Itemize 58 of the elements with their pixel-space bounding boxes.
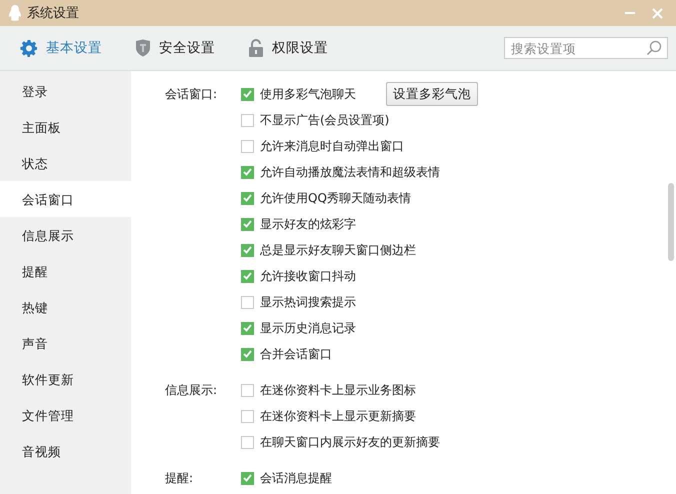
option-label: 显示好友的炫彩字	[260, 216, 356, 232]
settings-tab[interactable]: 权限设置	[248, 39, 328, 57]
option-label: 允许使用QQ秀聊天随动表情	[260, 190, 411, 206]
option-label: 允许来消息时自动弹出窗口	[260, 138, 404, 154]
sidebar-item[interactable]: 提醒	[0, 253, 131, 289]
checkbox[interactable]	[241, 244, 254, 256]
option-label: 允许自动播放魔法表情和超级表情	[260, 164, 440, 180]
option-label: 不显示广告(会员设置项)	[260, 112, 390, 128]
option-label: 显示热词搜索提示	[260, 294, 356, 310]
settings-tab[interactable]: 基本设置	[20, 39, 102, 57]
checkbox[interactable]	[241, 114, 254, 126]
option-label: 显示历史消息记录	[260, 320, 356, 336]
sidebar-item[interactable]: 会话窗口	[0, 181, 131, 217]
checkbox[interactable]	[241, 140, 254, 152]
settings-button[interactable]: 设置多彩气泡	[386, 82, 478, 106]
section-label: 会话窗口:	[165, 86, 218, 103]
sidebar-item[interactable]: 登录	[0, 73, 131, 109]
sidebar-item[interactable]: 软件更新	[0, 361, 131, 397]
sidebar-item[interactable]: 信息展示	[0, 217, 131, 253]
lock-icon	[248, 39, 264, 57]
checkbox[interactable]	[241, 218, 254, 230]
option-label: 合并会话窗口	[260, 346, 332, 362]
checkbox[interactable]	[241, 322, 254, 334]
checkbox[interactable]	[241, 166, 254, 178]
window-title: 系统设置	[27, 5, 79, 22]
checkbox[interactable]	[241, 410, 254, 422]
sidebar-item[interactable]: 声音	[0, 325, 131, 361]
option-label: 在迷你资料卡上显示业务图标	[260, 382, 416, 398]
section-label: 提醒:	[165, 470, 194, 487]
option-label: 在迷你资料卡上显示更新摘要	[260, 408, 416, 424]
checkbox[interactable]	[241, 270, 254, 282]
settings-tab[interactable]: 安全设置	[135, 39, 215, 57]
checkbox[interactable]	[241, 384, 254, 396]
penguin-icon	[8, 5, 22, 21]
close-icon	[652, 8, 662, 18]
checkbox[interactable]	[241, 192, 254, 204]
option-label: 在聊天窗口内展示好友的更新摘要	[260, 434, 440, 450]
option-label: 使用多彩气泡聊天	[260, 86, 356, 102]
sidebar-item[interactable]: 热键	[0, 289, 131, 325]
sidebar-item[interactable]: 文件管理	[0, 397, 131, 433]
sidebar-item[interactable]: 状态	[0, 145, 131, 181]
section-label: 信息展示:	[165, 382, 218, 399]
sidebar-item[interactable]: 主面板	[0, 109, 131, 145]
checkbox[interactable]	[241, 296, 254, 308]
checkbox[interactable]	[241, 88, 254, 100]
checkbox[interactable]	[241, 472, 254, 484]
shield-icon	[135, 39, 151, 57]
option-label: 允许接收窗口抖动	[260, 268, 356, 284]
gear-icon	[20, 39, 38, 57]
search-field[interactable]: 搜索设置项	[504, 37, 668, 59]
search-icon	[646, 40, 662, 56]
checkbox[interactable]	[241, 348, 254, 360]
option-label: 会话消息提醒	[260, 470, 332, 486]
option-label: 总是显示好友聊天窗口侧边栏	[260, 242, 416, 258]
minimize-icon	[625, 12, 635, 14]
sidebar-item[interactable]: 音视频	[0, 433, 131, 469]
checkbox[interactable]	[241, 436, 254, 448]
scrollbar-thumb[interactable]	[668, 183, 674, 261]
